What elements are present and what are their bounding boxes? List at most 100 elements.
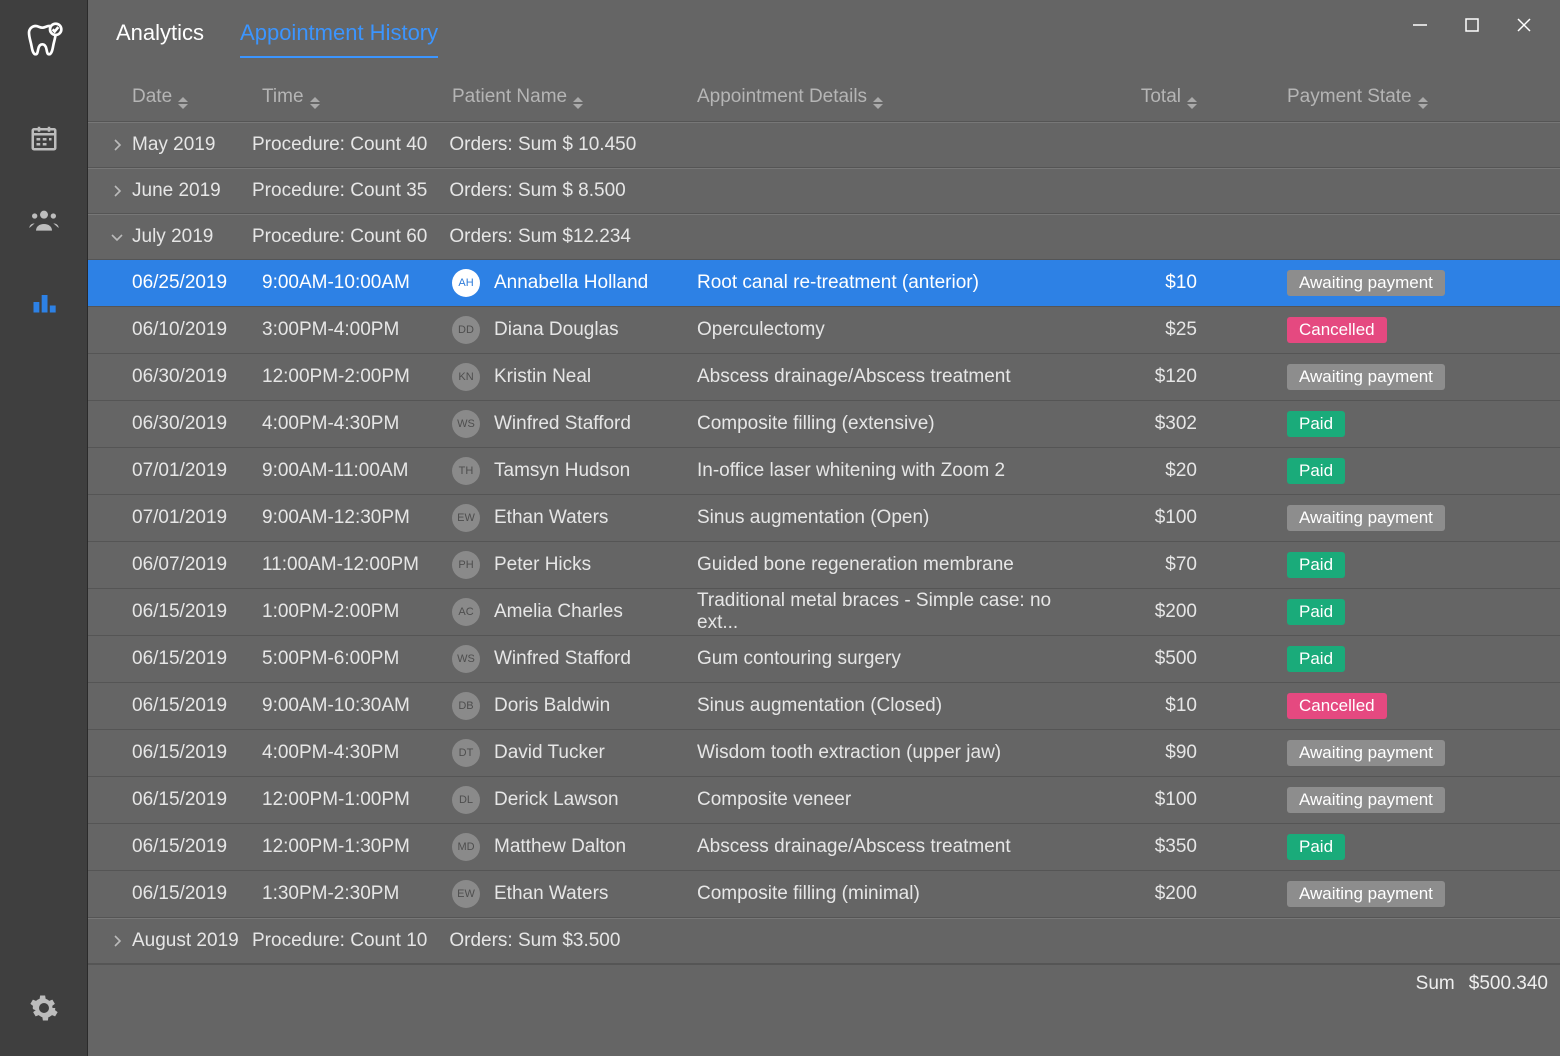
cell-patient: ACAmelia Charles <box>452 598 697 626</box>
sidebar-item-calendar[interactable] <box>24 118 64 158</box>
cell-date: 06/15/2019 <box>132 742 262 764</box>
tab-appointment-history[interactable]: Appointment History <box>240 20 438 58</box>
patient-name: Kristin Neal <box>494 366 591 388</box>
cell-total: $25 <box>1097 319 1207 341</box>
table-row[interactable]: 07/01/20199:00AM-11:00AMTHTamsyn HudsonI… <box>88 448 1560 495</box>
cell-date: 07/01/2019 <box>132 507 262 529</box>
col-header-date[interactable]: Date <box>132 86 262 109</box>
patient-name: Annabella Holland <box>494 272 648 294</box>
table-row[interactable]: 06/15/20195:00PM-6:00PMWSWinfred Staffor… <box>88 636 1560 683</box>
table-row[interactable]: 06/25/20199:00AM-10:00AMAHAnnabella Holl… <box>88 260 1560 307</box>
cell-time: 1:30PM-2:30PM <box>262 883 452 905</box>
group-row[interactable]: May 2019Procedure: Count 40Orders: Sum $… <box>88 122 1560 168</box>
status-badge: Cancelled <box>1287 317 1387 343</box>
cell-total: $500 <box>1097 648 1207 670</box>
table-row[interactable]: 06/10/20193:00PM-4:00PMDDDiana DouglasOp… <box>88 307 1560 354</box>
sidebar-item-settings[interactable] <box>29 993 59 1028</box>
cell-details: Abscess drainage/Abscess treatment <box>697 366 1097 388</box>
avatar: KN <box>452 363 480 391</box>
table-row[interactable]: 06/15/20199:00AM-10:30AMDBDoris BaldwinS… <box>88 683 1560 730</box>
tooth-logo-icon <box>21 18 67 64</box>
cell-patient: DLDerick Lawson <box>452 786 697 814</box>
status-badge: Awaiting payment <box>1287 364 1445 390</box>
cell-patient: EWEthan Waters <box>452 880 697 908</box>
avatar: AH <box>452 269 480 297</box>
app-root: Analytics Appointment History Date Time … <box>0 0 1560 1056</box>
patient-name: Winfred Stafford <box>494 413 631 435</box>
table-row[interactable]: 06/15/201912:00PM-1:00PMDLDerick LawsonC… <box>88 777 1560 824</box>
footer-sum-label: Sum <box>1416 973 1455 995</box>
cell-date: 06/15/2019 <box>132 601 262 623</box>
sidebar-item-analytics[interactable] <box>24 282 64 322</box>
table-row[interactable]: 06/07/201911:00AM-12:00PMPHPeter HicksGu… <box>88 542 1560 589</box>
cell-patient: PHPeter Hicks <box>452 551 697 579</box>
sidebar-item-patients[interactable] <box>24 200 64 240</box>
cell-time: 12:00PM-1:30PM <box>262 836 452 858</box>
patient-name: Winfred Stafford <box>494 648 631 670</box>
cell-time: 9:00AM-12:30PM <box>262 507 452 529</box>
table-row[interactable]: 07/01/20199:00AM-12:30PMEWEthan WatersSi… <box>88 495 1560 542</box>
window-close-button[interactable] <box>1498 0 1550 50</box>
table-row[interactable]: 06/30/20194:00PM-4:30PMWSWinfred Staffor… <box>88 401 1560 448</box>
table-row[interactable]: 06/15/20191:30PM-2:30PMEWEthan WatersCom… <box>88 871 1560 918</box>
cell-date: 06/15/2019 <box>132 695 262 717</box>
cell-payment: Paid <box>1207 599 1542 625</box>
tab-analytics[interactable]: Analytics <box>116 20 204 58</box>
col-header-time[interactable]: Time <box>262 86 452 109</box>
cell-patient: DTDavid Tucker <box>452 739 697 767</box>
table-row[interactable]: 06/15/201912:00PM-1:30PMMDMatthew Dalton… <box>88 824 1560 871</box>
table-row[interactable]: 06/15/20194:00PM-4:30PMDTDavid TuckerWis… <box>88 730 1560 777</box>
cell-details: Traditional metal braces - Simple case: … <box>697 590 1097 634</box>
cell-total: $70 <box>1097 554 1207 576</box>
group-row[interactable]: June 2019Procedure: Count 35Orders: Sum … <box>88 168 1560 214</box>
avatar: EW <box>452 504 480 532</box>
table-row[interactable]: 06/30/201912:00PM-2:00PMKNKristin NealAb… <box>88 354 1560 401</box>
cell-details: Root canal re-treatment (anterior) <box>697 272 1097 294</box>
column-headers: Date Time Patient Name Appointment Detai… <box>88 74 1560 122</box>
status-badge: Awaiting payment <box>1287 505 1445 531</box>
cell-date: 06/15/2019 <box>132 883 262 905</box>
patient-name: Peter Hicks <box>494 554 591 576</box>
window-maximize-button[interactable] <box>1446 0 1498 50</box>
cell-details: In-office laser whitening with Zoom 2 <box>697 460 1097 482</box>
group-month: August 2019 <box>132 930 242 952</box>
cell-patient: EWEthan Waters <box>452 504 697 532</box>
group-row[interactable]: July 2019Procedure: Count 60Orders: Sum … <box>88 214 1560 260</box>
cell-details: Composite veneer <box>697 789 1097 811</box>
col-header-patient[interactable]: Patient Name <box>452 86 697 109</box>
status-badge: Paid <box>1287 646 1345 672</box>
group-row[interactable]: August 2019Procedure: Count 10Orders: Su… <box>88 918 1560 964</box>
cell-total: $350 <box>1097 836 1207 858</box>
tabs: Analytics Appointment History <box>116 20 438 58</box>
avatar: DL <box>452 786 480 814</box>
cell-details: Composite filling (minimal) <box>697 883 1097 905</box>
cell-details: Wisdom tooth extraction (upper jaw) <box>697 742 1097 764</box>
cell-details: Sinus augmentation (Open) <box>697 507 1097 529</box>
cell-patient: AH Annabella Holland <box>452 269 697 297</box>
cell-date: 06/30/2019 <box>132 413 262 435</box>
cell-details: Operculectomy <box>697 319 1097 341</box>
content-area: Date Time Patient Name Appointment Detai… <box>88 74 1560 1056</box>
group-procedure: Procedure: Count 60 <box>252 226 427 248</box>
sort-icon <box>1418 97 1428 109</box>
cell-total: $10 <box>1097 695 1207 717</box>
window-minimize-button[interactable] <box>1394 0 1446 50</box>
cell-patient: KN Kristin Neal <box>452 363 697 391</box>
status-badge: Paid <box>1287 552 1345 578</box>
cell-payment: Awaiting payment <box>1207 505 1542 531</box>
group-orders: Orders: Sum $ 10.450 <box>449 134 636 156</box>
patient-name: Diana Douglas <box>494 319 619 341</box>
cell-details: Composite filling (extensive) <box>697 413 1097 435</box>
col-header-total[interactable]: Total <box>1097 86 1207 109</box>
group-orders: Orders: Sum $ 8.500 <box>449 180 625 202</box>
col-header-details[interactable]: Appointment Details <box>697 86 1097 109</box>
cell-payment: Paid <box>1207 834 1542 860</box>
status-badge: Awaiting payment <box>1287 787 1445 813</box>
cell-date: 06/15/2019 <box>132 789 262 811</box>
cell-time: 9:00AM-11:00AM <box>262 460 452 482</box>
col-header-payment[interactable]: Payment State <box>1207 86 1542 109</box>
cell-total: $90 <box>1097 742 1207 764</box>
cell-payment: Awaiting payment <box>1207 740 1542 766</box>
table-row[interactable]: 06/15/20191:00PM-2:00PMACAmelia CharlesT… <box>88 589 1560 636</box>
sort-icon <box>873 97 883 109</box>
